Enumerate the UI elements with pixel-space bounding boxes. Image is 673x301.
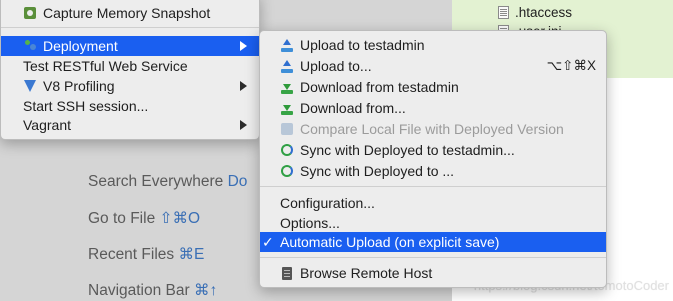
download-from-icon [280, 101, 294, 115]
sync-icon [280, 164, 294, 178]
menu-item-capture-memory-snapshot[interactable]: Capture Memory Snapshot [1, 3, 259, 23]
menu-item-sync-with-deployed-to[interactable]: Sync with Deployed to ... [260, 161, 606, 181]
menu-item-configuration[interactable]: Configuration... [260, 193, 606, 213]
menu-item-browse-remote-host[interactable]: Browse Remote Host [260, 263, 606, 283]
menu-item-vagrant[interactable]: Vagrant [1, 115, 259, 135]
submenu-arrow-icon [240, 120, 247, 130]
menu-item-automatic-upload[interactable]: ✓ Automatic Upload (on explicit save) [260, 232, 606, 252]
menu-item-upload-to-testadmin[interactable]: Upload to testadmin [260, 35, 606, 55]
menu-item-options[interactable]: Options... [260, 213, 606, 233]
deployment-icon [23, 39, 37, 53]
menu-item-test-restful-web-service[interactable]: Test RESTful Web Service [1, 56, 259, 76]
menu-item-upload-to[interactable]: Upload to... ⌥⇧⌘X [260, 56, 606, 76]
upload-to-icon [280, 59, 294, 73]
v8-icon [23, 79, 37, 93]
menu-separator [260, 186, 606, 187]
camera-icon [23, 6, 37, 20]
tools-menu: Capture Memory Snapshot Deployment Test … [0, 0, 260, 140]
deployment-submenu: Upload to testadmin Upload to... ⌥⇧⌘X Do… [259, 30, 607, 288]
menu-item-compare-local-file: Compare Local File with Deployed Version [260, 119, 606, 139]
server-icon [280, 266, 294, 280]
menu-separator [1, 27, 259, 28]
hint-go-to-file: Go to File ⇧⌘O [88, 210, 201, 227]
submenu-arrow-icon [240, 41, 247, 51]
compare-icon [280, 122, 294, 136]
checkmark-icon: ✓ [262, 233, 274, 250]
hint-search-everywhere: Search Everywhere Do [88, 173, 248, 190]
hint-recent-files: Recent Files ⌘E [88, 246, 205, 263]
file-name: .htaccess [515, 5, 573, 20]
hint-navigation-bar: Navigation Bar ⌘↑ [88, 282, 218, 299]
menu-item-deployment[interactable]: Deployment [1, 36, 259, 56]
menu-item-v8-profiling[interactable]: V8 Profiling [1, 76, 259, 96]
menu-item-download-from-testadmin[interactable]: Download from testadmin [260, 77, 606, 97]
sync-icon [280, 143, 294, 157]
menu-item-sync-with-deployed-testadmin[interactable]: Sync with Deployed to testadmin... [260, 140, 606, 160]
upload-icon [280, 38, 294, 52]
submenu-arrow-icon [240, 81, 247, 91]
menu-item-download-from[interactable]: Download from... [260, 98, 606, 118]
menu-item-start-ssh-session[interactable]: Start SSH session... [1, 96, 259, 116]
project-file-item[interactable]: .htaccess [498, 5, 572, 20]
menu-separator [260, 257, 606, 258]
shortcut-upload-to: ⌥⇧⌘X [546, 58, 596, 73]
download-icon [280, 80, 294, 94]
file-icon [498, 6, 509, 19]
